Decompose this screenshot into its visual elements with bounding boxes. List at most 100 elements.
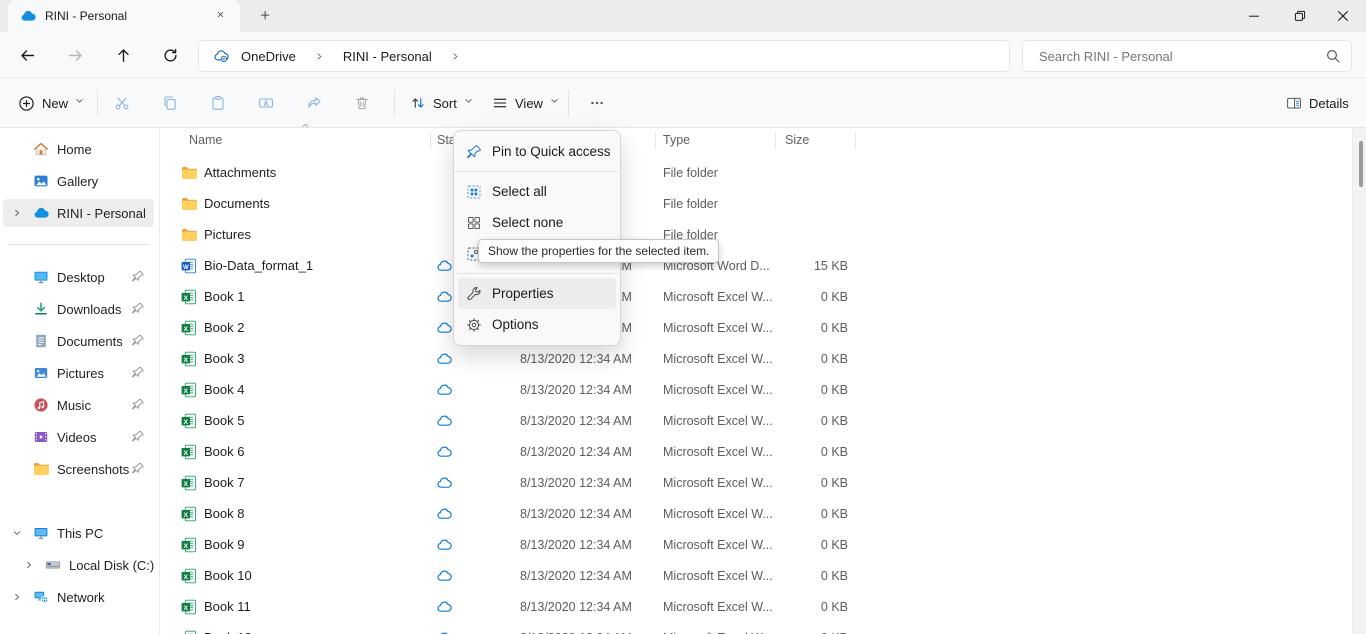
chevron-placeholder xyxy=(9,301,25,317)
chevron-down-icon[interactable] xyxy=(9,525,25,541)
sort-button[interactable]: Sort xyxy=(402,88,484,118)
sidebar-item-videos[interactable]: Videos xyxy=(3,423,154,451)
column-header-size[interactable]: Size xyxy=(785,133,809,147)
chevron-right-icon[interactable] xyxy=(21,557,37,573)
share-button[interactable] xyxy=(298,88,330,118)
column-divider[interactable] xyxy=(855,132,856,149)
vertical-scrollbar[interactable] xyxy=(1352,128,1366,634)
chevron-right-icon[interactable] xyxy=(9,589,25,605)
file-row[interactable]: XBook 48/13/2020 12:34 AMMicrosoft Excel… xyxy=(160,375,1352,406)
chevron-right-icon[interactable] xyxy=(444,51,467,62)
breadcrumb-onedrive[interactable]: OneDrive xyxy=(237,49,300,64)
svg-text:X: X xyxy=(184,574,189,581)
file-row[interactable]: AttachmentsFile folder xyxy=(160,158,1352,189)
sidebar-item-desktop[interactable]: Desktop xyxy=(3,263,154,291)
file-row[interactable]: XBook 28/13/2020 12:34 AMMicrosoft Excel… xyxy=(160,313,1352,344)
column-divider[interactable] xyxy=(775,132,776,149)
tab-close-icon[interactable] xyxy=(212,6,232,26)
chevron-right-icon[interactable] xyxy=(9,205,25,221)
excel-icon: X xyxy=(181,351,197,367)
refresh-button[interactable] xyxy=(154,39,186,71)
menu-item-select-none[interactable]: Select none xyxy=(458,207,616,238)
file-name: Attachments xyxy=(204,165,276,180)
new-button[interactable]: New xyxy=(10,88,95,118)
file-size: 0 KB xyxy=(720,600,848,614)
minimize-button[interactable] xyxy=(1231,0,1277,32)
delete-button[interactable] xyxy=(346,88,378,118)
see-more-button[interactable] xyxy=(581,88,613,118)
sidebar-item-downloads[interactable]: Downloads xyxy=(3,295,154,323)
pin-icon xyxy=(131,462,145,476)
sidebar-item-screenshots[interactable]: Screenshots xyxy=(3,455,154,483)
properties-icon xyxy=(466,286,482,302)
up-button[interactable] xyxy=(107,39,139,71)
navigation-sidebar: Home Gallery RINI - Personal Desktop Downloa… xyxy=(0,128,160,634)
breadcrumb-current[interactable]: RINI - Personal xyxy=(339,49,436,64)
file-row[interactable]: XBook 118/13/2020 12:34 AMMicrosoft Exce… xyxy=(160,592,1352,623)
sidebar-item-music[interactable]: Music xyxy=(3,391,154,419)
column-divider[interactable] xyxy=(430,132,431,149)
column-header-type[interactable]: Type xyxy=(663,133,690,147)
file-name: Book 7 xyxy=(204,475,244,490)
file-row[interactable]: XBook 98/13/2020 12:34 AMMicrosoft Excel… xyxy=(160,530,1352,561)
column-divider[interactable] xyxy=(655,132,656,149)
paste-button[interactable] xyxy=(202,88,234,118)
rename-button[interactable] xyxy=(250,88,282,118)
file-name: Book 2 xyxy=(204,320,244,335)
file-name: Book 11 xyxy=(204,599,251,614)
file-row[interactable]: XBook 18/13/2020 12:34 AMMicrosoft Excel… xyxy=(160,282,1352,313)
file-row[interactable]: XBook 128/13/2020 12:34 AMMicrosoft Exce… xyxy=(160,623,1352,634)
details-button[interactable]: Details xyxy=(1278,88,1357,118)
cloud-status-icon xyxy=(436,351,452,367)
file-row[interactable]: DocumentsFile folder xyxy=(160,189,1352,220)
column-header-name[interactable]: Name xyxy=(189,133,222,147)
address-bar[interactable]: OneDrive RINI - Personal xyxy=(198,40,1010,72)
menu-item-select-all[interactable]: Select all xyxy=(458,176,616,207)
file-row[interactable]: XBook 88/13/2020 12:34 AMMicrosoft Excel… xyxy=(160,499,1352,530)
forward-button[interactable] xyxy=(59,39,91,71)
file-explorer-window: RINI - Personal OneDrive RINI - Personal… xyxy=(0,0,1366,634)
new-tab-button[interactable] xyxy=(254,6,278,26)
file-row[interactable]: WBio-Data_format_18/13/2020 12:34 AMMicr… xyxy=(160,251,1352,282)
file-row[interactable]: XBook 68/13/2020 12:34 AMMicrosoft Excel… xyxy=(160,437,1352,468)
sidebar-item-home[interactable]: Home xyxy=(3,135,154,163)
sidebar-item-gallery[interactable]: Gallery xyxy=(3,167,154,195)
file-row[interactable]: XBook 38/13/2020 12:34 AMMicrosoft Excel… xyxy=(160,344,1352,375)
search-input[interactable] xyxy=(1037,48,1325,65)
cut-button[interactable] xyxy=(106,88,138,118)
onedrive-globe-icon xyxy=(213,48,229,64)
sidebar-item-network[interactable]: Network xyxy=(3,583,154,611)
search-box[interactable] xyxy=(1022,40,1352,72)
back-button[interactable] xyxy=(11,39,43,71)
explorer-tab[interactable]: RINI - Personal xyxy=(8,0,240,32)
tab-title: RINI - Personal xyxy=(45,9,212,23)
restore-button[interactable] xyxy=(1277,0,1323,32)
sidebar-item-local-disk-c[interactable]: Local Disk (C:) xyxy=(3,551,154,579)
file-name: Book 3 xyxy=(204,351,244,366)
cloud-status-icon xyxy=(436,444,452,460)
excel-icon: X xyxy=(181,475,197,491)
svg-text:X: X xyxy=(184,605,189,612)
view-button[interactable]: View xyxy=(484,88,570,118)
menu-item-options[interactable]: Options xyxy=(458,309,616,340)
close-button[interactable] xyxy=(1320,0,1366,32)
file-row[interactable]: PicturesFile folder xyxy=(160,220,1352,251)
sidebar-item-rini-personal[interactable]: RINI - Personal xyxy=(3,199,154,227)
sidebar-item-label: Home xyxy=(57,142,154,157)
file-size: 0 KB xyxy=(720,414,848,428)
menu-item-properties[interactable]: Properties xyxy=(458,278,616,309)
excel-icon: X xyxy=(181,630,197,634)
cloud-status-icon xyxy=(436,537,452,553)
file-row[interactable]: XBook 78/13/2020 12:34 AMMicrosoft Excel… xyxy=(160,468,1352,499)
menu-item-pin-to-quick-access[interactable]: Pin to Quick access xyxy=(458,136,616,167)
sidebar-item-label: Local Disk (C:) xyxy=(69,558,154,573)
sidebar-item-pictures[interactable]: Pictures xyxy=(3,359,154,387)
sidebar-item-documents[interactable]: Documents xyxy=(3,327,154,355)
scrollbar-thumb[interactable] xyxy=(1359,141,1363,187)
sidebar-item-this-pc[interactable]: This PC xyxy=(3,519,154,547)
excel-icon: X xyxy=(181,320,197,336)
file-row[interactable]: XBook 108/13/2020 12:34 AMMicrosoft Exce… xyxy=(160,561,1352,592)
excel-icon: X xyxy=(181,289,197,305)
file-row[interactable]: XBook 58/13/2020 12:34 AMMicrosoft Excel… xyxy=(160,406,1352,437)
copy-button[interactable] xyxy=(154,88,186,118)
